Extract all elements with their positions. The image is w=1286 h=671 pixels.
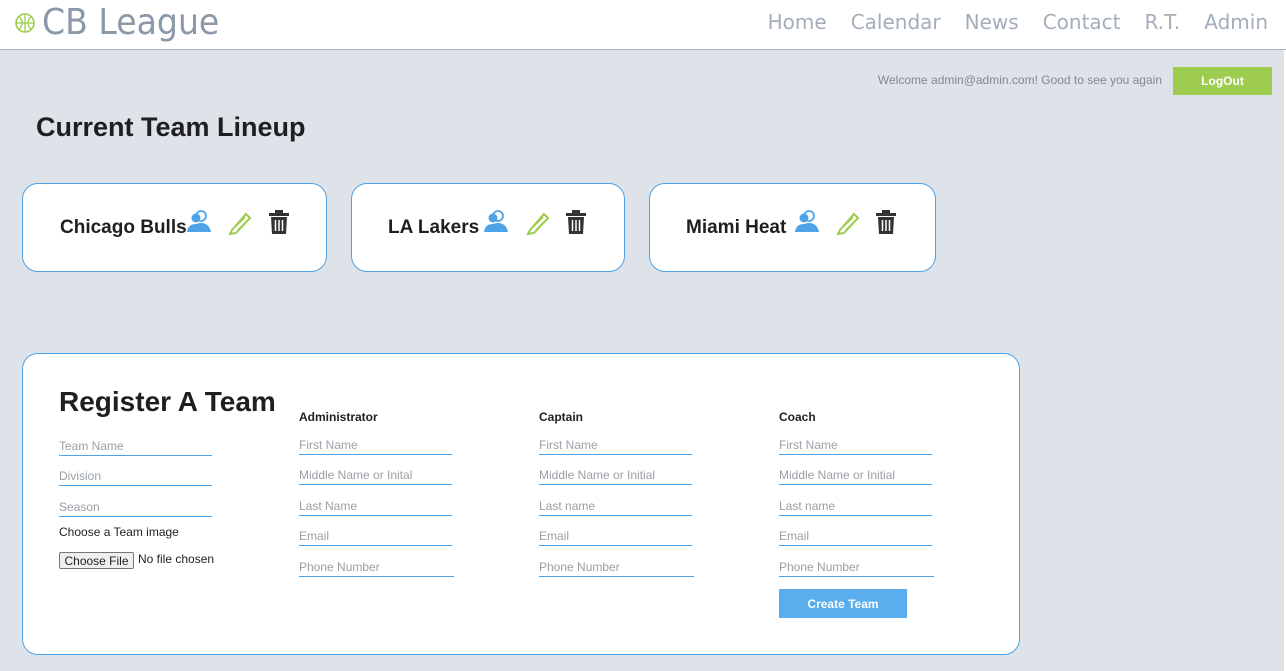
delete-icon[interactable]: [265, 208, 293, 236]
captain-heading: Captain: [539, 410, 584, 424]
admin-middle-name-input[interactable]: [299, 465, 452, 485]
brand-name: CB League: [42, 2, 220, 43]
captain-middle-name-input[interactable]: [539, 465, 692, 485]
coach-email-input[interactable]: [779, 526, 932, 546]
main-nav: Home Calendar News Contact R.T. Admin: [744, 10, 1268, 34]
team-name: Chicago Bulls: [60, 217, 187, 238]
admin-last-name-input[interactable]: [299, 496, 452, 516]
team-card: LA Lakers: [351, 183, 625, 272]
brand[interactable]: CB League: [14, 2, 235, 43]
nav-rt[interactable]: R.T.: [1145, 10, 1181, 34]
roster-icon[interactable]: [185, 208, 213, 236]
top-navbar: CB League Home Calendar News Contact R.T…: [0, 0, 1286, 50]
captain-last-name-input[interactable]: [539, 496, 692, 516]
admin-email-input[interactable]: [299, 526, 452, 546]
register-title: Register A Team: [59, 386, 276, 417]
captain-phone-input[interactable]: [539, 557, 694, 577]
team-name-input[interactable]: [59, 436, 212, 456]
edit-icon[interactable]: [834, 208, 862, 236]
captain-first-name-input[interactable]: [539, 435, 692, 455]
administrator-heading: Administrator: [299, 410, 378, 424]
season-input[interactable]: [59, 497, 212, 517]
welcome-message: Welcome admin@admin.com! Good to see you…: [877, 73, 1162, 87]
admin-phone-input[interactable]: [299, 557, 454, 577]
choose-file-button[interactable]: Choose File: [59, 552, 134, 569]
division-input[interactable]: [59, 466, 212, 486]
coach-first-name-input[interactable]: [779, 435, 932, 455]
team-name: LA Lakers: [388, 217, 480, 238]
coach-heading: Coach: [779, 410, 816, 424]
lineup-title: Current Team Lineup: [36, 112, 306, 142]
team-image-label: Choose a Team image: [59, 525, 179, 539]
coach-last-name-input[interactable]: [779, 496, 932, 516]
nav-home[interactable]: Home: [768, 10, 827, 34]
team-card: Miami Heat: [649, 183, 936, 272]
nav-news[interactable]: News: [965, 10, 1019, 34]
captain-email-input[interactable]: [539, 526, 692, 546]
file-status: No file chosen: [138, 552, 215, 566]
delete-icon[interactable]: [562, 208, 590, 236]
roster-icon[interactable]: [793, 208, 821, 236]
team-card: Chicago Bulls: [22, 183, 327, 272]
logout-button[interactable]: LogOut: [1173, 67, 1272, 95]
nav-calendar[interactable]: Calendar: [851, 10, 941, 34]
basketball-icon: [15, 12, 35, 33]
delete-icon[interactable]: [872, 208, 900, 236]
nav-admin[interactable]: Admin: [1204, 10, 1268, 34]
register-team-form: Register A Team Choose a Team image Choo…: [22, 353, 1020, 655]
team-name: Miami Heat: [686, 217, 787, 238]
roster-icon[interactable]: [482, 208, 510, 236]
edit-icon[interactable]: [226, 208, 254, 236]
create-team-button[interactable]: Create Team: [779, 589, 907, 618]
coach-middle-name-input[interactable]: [779, 465, 932, 485]
coach-phone-input[interactable]: [779, 557, 934, 577]
nav-contact[interactable]: Contact: [1043, 10, 1121, 34]
admin-first-name-input[interactable]: [299, 435, 452, 455]
edit-icon[interactable]: [524, 208, 552, 236]
